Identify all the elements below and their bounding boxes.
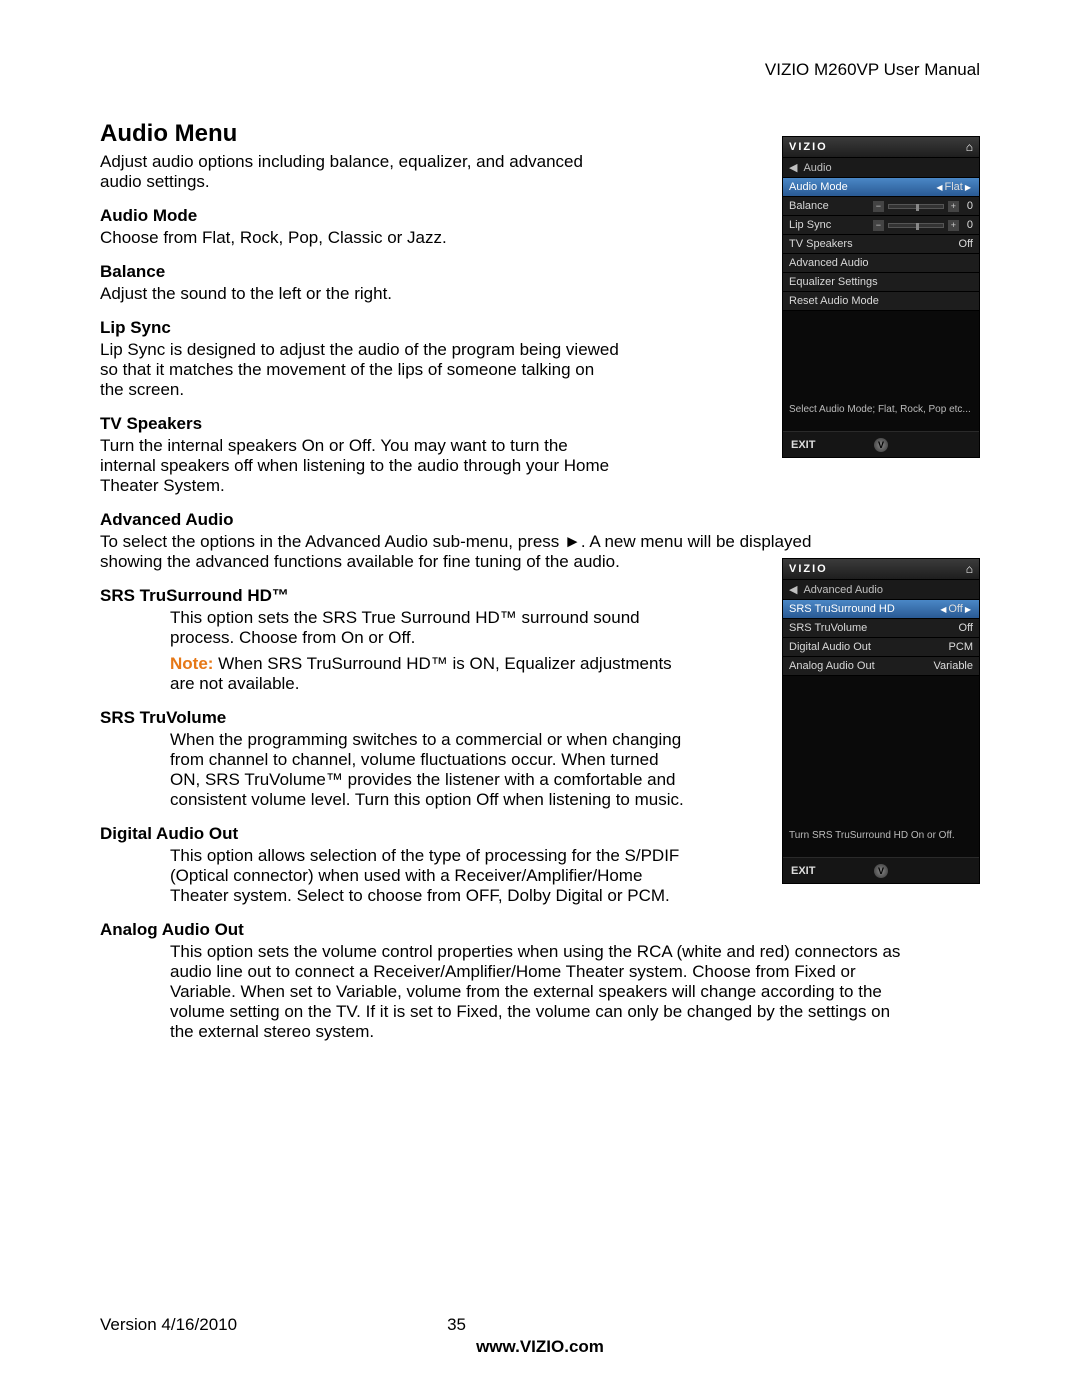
osd-row: Lip Sync − +0	[783, 216, 979, 235]
osd-rows: Audio Mode ◀Flat▶ Balance − +0 Lip Sync − +0 TV …	[783, 178, 979, 311]
heading-advanced-audio: Advanced Audio	[100, 510, 980, 530]
slider-track	[888, 204, 944, 209]
note-body: When SRS TruSurround HD™ is ON, Equalize…	[170, 654, 672, 693]
intro-text: Adjust audio options including balance, …	[100, 152, 620, 192]
footer-url: www.VIZIO.com	[100, 1337, 980, 1357]
text-balance: Adjust the sound to the left or the righ…	[100, 284, 620, 304]
osd-row-label: Lip Sync	[789, 219, 831, 231]
osd-row-value: ◀Flat▶	[934, 181, 973, 193]
osd-advanced-audio-menu: VIZIO ⌂ ◀ Advanced Audio SRS TruSurround …	[782, 558, 980, 884]
back-arrow-icon: ◀	[789, 584, 797, 596]
footer-page-number: 35	[447, 1315, 466, 1335]
text-audio-mode: Choose from Flat, Rock, Pop, Classic or …	[100, 228, 620, 248]
osd-brand: VIZIO	[789, 141, 828, 153]
osd-row-label: Analog Audio Out	[789, 660, 875, 672]
left-arrow-icon: ◀	[936, 183, 942, 192]
text-advanced-audio: To select the options in the Advanced Au…	[100, 532, 830, 572]
osd-row: Advanced Audio	[783, 254, 979, 273]
slider-thumb	[916, 204, 919, 211]
heading-srs-truvolume: SRS TruVolume	[100, 708, 690, 728]
slider-thumb	[916, 223, 919, 230]
osd-breadcrumb: ◀ Audio	[783, 158, 979, 178]
osd-row-value: Off	[959, 622, 973, 634]
slider-track	[888, 223, 944, 228]
osd-row-value: PCM	[949, 641, 973, 653]
heading-digital-audio-out: Digital Audio Out	[100, 824, 690, 844]
osd-titlebar: VIZIO ⌂	[783, 137, 979, 158]
slider: − +0	[873, 219, 973, 231]
osd-row: SRS TruSurround HD ◀Off▶	[783, 600, 979, 619]
note-srs-trusurround: Note: When SRS TruSurround HD™ is ON, Eq…	[170, 654, 690, 694]
heading-analog-audio-out: Analog Audio Out	[100, 920, 980, 940]
text-digital-audio-out: This option allows selection of the type…	[170, 846, 690, 906]
osd-row: SRS TruVolume Off	[783, 619, 979, 638]
back-arrow-icon: ◀	[789, 162, 797, 174]
osd-row: Equalizer Settings	[783, 273, 979, 292]
text-analog-audio-out: This option sets the volume control prop…	[170, 942, 910, 1042]
osd-footer: EXIT V	[783, 857, 979, 883]
osd-audio-menu: VIZIO ⌂ ◀ Audio Audio Mode ◀Flat▶ Balance − +…	[782, 136, 980, 458]
v-button-icon: V	[874, 438, 888, 452]
osd-row: Balance − +0	[783, 197, 979, 216]
text-lip-sync: Lip Sync is designed to adjust the audio…	[100, 340, 620, 400]
home-icon: ⌂	[966, 562, 973, 576]
slider: − +0	[873, 200, 973, 212]
osd-row: Analog Audio Out Variable	[783, 657, 979, 676]
heading-srs-trusurround: SRS TruSurround HD™	[100, 586, 690, 606]
exit-label: EXIT	[791, 439, 815, 451]
manual-header: VIZIO M260VP User Manual	[100, 60, 980, 80]
osd-titlebar: VIZIO ⌂	[783, 559, 979, 580]
osd-row-value: ◀Off▶	[938, 603, 973, 615]
osd-row: Digital Audio Out PCM	[783, 638, 979, 657]
home-icon: ⌂	[966, 140, 973, 154]
text-srs-trusurround: This option sets the SRS True Surround H…	[170, 608, 690, 648]
plus-icon: +	[948, 220, 959, 231]
osd-row: Reset Audio Mode	[783, 292, 979, 311]
osd-hint: Turn SRS TruSurround HD On or Off.	[789, 830, 973, 841]
osd-hint: Select Audio Mode; Flat, Rock, Pop etc..…	[789, 404, 973, 415]
osd-row-label: Digital Audio Out	[789, 641, 871, 653]
osd-brand: VIZIO	[789, 563, 828, 575]
v-button-icon: V	[874, 864, 888, 878]
page-footer: Version 4/16/2010 35 www.VIZIO.com	[100, 1315, 980, 1357]
osd-row-value: Variable	[933, 660, 973, 672]
left-arrow-icon: ◀	[940, 605, 946, 614]
osd-row-label: Audio Mode	[789, 181, 848, 193]
text-tv-speakers: Turn the internal speakers On or Off. Yo…	[100, 436, 620, 496]
minus-icon: −	[873, 201, 884, 212]
osd-row-label: Advanced Audio	[789, 257, 869, 269]
osd-breadcrumb: ◀ Advanced Audio	[783, 580, 979, 600]
osd-rows: SRS TruSurround HD ◀Off▶ SRS TruVolume Off D…	[783, 600, 979, 676]
osd-footer: EXIT V	[783, 431, 979, 457]
text-srs-truvolume: When the programming switches to a comme…	[170, 730, 690, 810]
exit-label: EXIT	[791, 865, 815, 877]
osd-row-label: Reset Audio Mode	[789, 295, 879, 307]
minus-icon: −	[873, 220, 884, 231]
osd-row: Audio Mode ◀Flat▶	[783, 178, 979, 197]
osd-row: TV Speakers Off	[783, 235, 979, 254]
osd-row-value: 0	[967, 219, 973, 231]
osd-row-label: SRS TruVolume	[789, 622, 867, 634]
osd-row-label: TV Speakers	[789, 238, 853, 250]
osd-row-value: Off	[959, 238, 973, 250]
plus-icon: +	[948, 201, 959, 212]
osd-row-value: 0	[967, 200, 973, 212]
osd-row-label: SRS TruSurround HD	[789, 603, 895, 615]
footer-version: Version 4/16/2010	[100, 1315, 237, 1335]
note-label: Note:	[170, 654, 213, 673]
right-arrow-icon: ▶	[965, 605, 971, 614]
osd-row-label: Balance	[789, 200, 829, 212]
osd-row-label: Equalizer Settings	[789, 276, 878, 288]
osd-crumb-label: Audio	[803, 162, 831, 174]
osd-crumb-label: Advanced Audio	[803, 584, 883, 596]
right-arrow-icon: ▶	[965, 183, 971, 192]
